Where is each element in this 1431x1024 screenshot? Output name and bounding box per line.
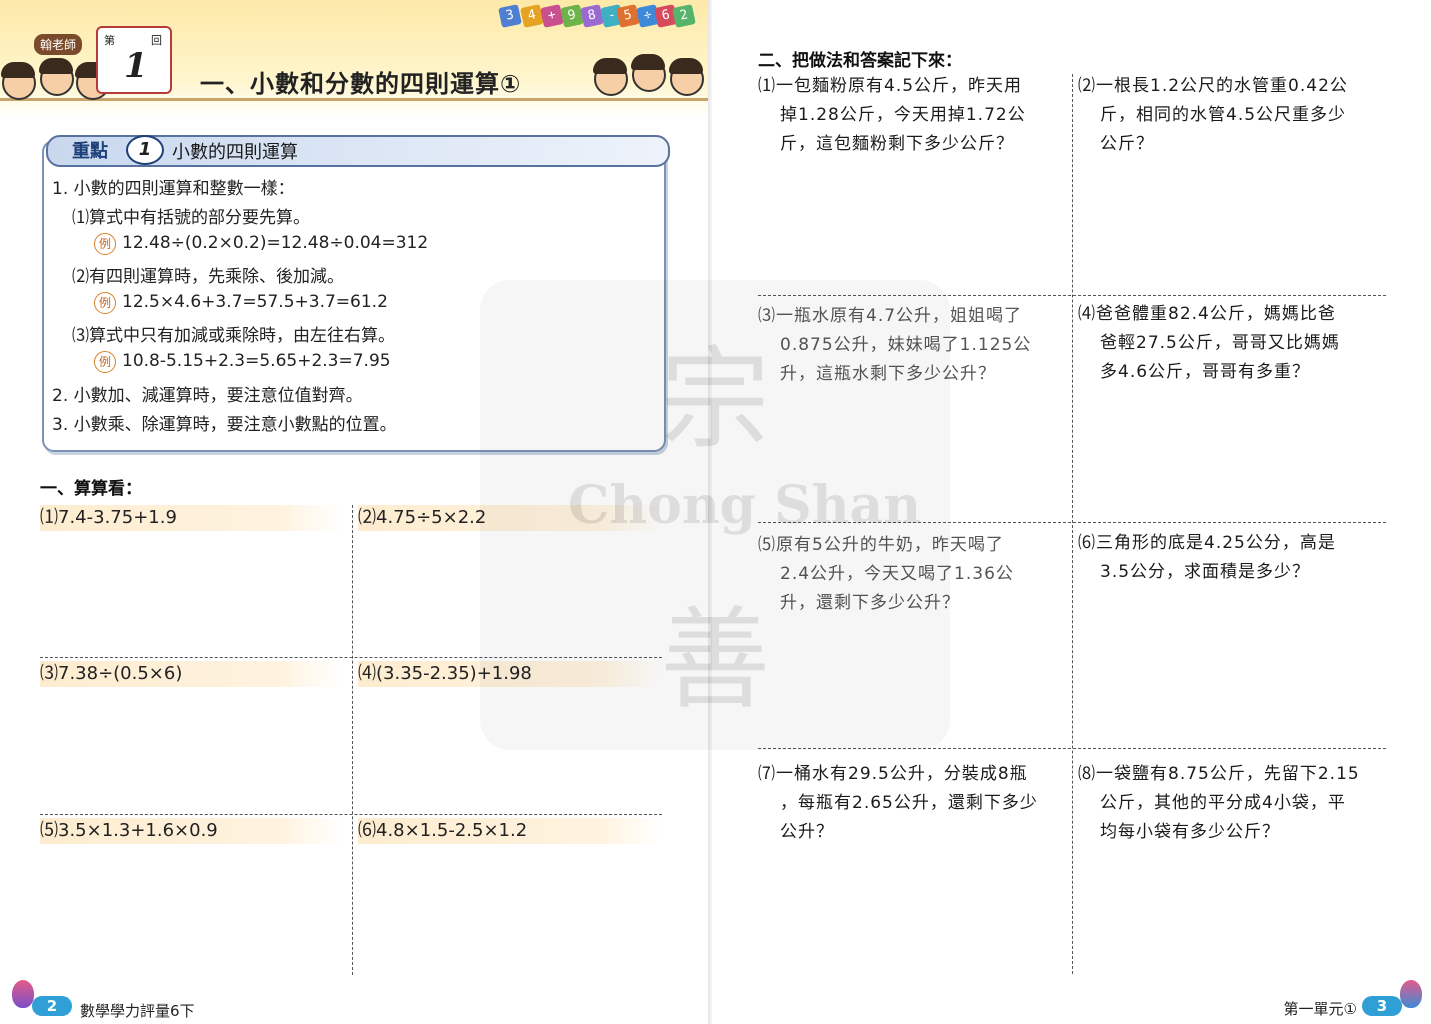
column-divider: [1072, 74, 1073, 974]
page-number: 2: [32, 996, 72, 1016]
rule-text: ⑶算式中只有加減或乘除時，由左往右算。: [72, 326, 395, 346]
unit-label: 第一單元①: [1283, 1000, 1357, 1018]
balloon-icon: [12, 980, 34, 1008]
problem-number: ⑻: [1078, 764, 1096, 784]
problem-number: ⑵: [1078, 76, 1096, 96]
section-title: 一、算算看：: [40, 479, 142, 499]
problem-text: 均每小袋有多少公斤？: [1100, 822, 1280, 842]
problem-text: 一桶水有29.5公升，分裝成8瓶: [776, 764, 1028, 784]
problem-text: 一瓶水原有4.7公升，姐姐喝了: [776, 306, 1023, 326]
book-title: 數學學力評量6下: [80, 1002, 195, 1020]
problem-number: ⑺: [758, 764, 776, 784]
rule-text: 2. 小數加、減運算時，要注意位值對齊。: [52, 386, 363, 406]
example-equation: 12.5×4.6+3.7=57.5+3.7=61.2: [122, 292, 388, 312]
problem-text: 3.5公分，求面積是多少？: [1100, 562, 1311, 582]
problem-text: 公升？: [780, 822, 834, 842]
number-tile: 3: [498, 4, 522, 28]
word-problem-2: ⑵一根長1.2公尺的水管重0.42公 斤，相同的水管4.5公尺重多少 公斤？: [1078, 72, 1388, 159]
cartoon-kid-icon: [39, 58, 74, 96]
lesson-title: 一、小數和分數的四則運算①: [200, 70, 522, 98]
problem-text: 斤，相同的水管4.5公尺重多少: [1100, 105, 1347, 125]
problem-number: ⑸: [758, 535, 776, 555]
problem-text: 2.4公升，今天又喝了1.36公: [780, 564, 1014, 584]
word-problem-3: ⑶一瓶水原有4.7公升，姐姐喝了 0.875公升，妹妹喝了1.125公 升，這瓶…: [758, 302, 1058, 389]
problem-text: 公斤，其他的平分成4小袋，平: [1100, 793, 1346, 813]
exercise-6: ⑹4.8×1.5-2.5×1.2: [358, 818, 660, 844]
lesson-number: 1: [124, 46, 148, 86]
problem-text: 原有5公升的牛奶，昨天喝了: [776, 535, 1004, 555]
cartoon-kid-icon: [631, 54, 666, 92]
exercise-4: ⑷(3.35-2.35)+1.98: [358, 661, 660, 687]
key-point-label: 重點: [72, 141, 108, 162]
row-divider: [40, 657, 662, 658]
problem-text: 爸爸體重82.4公斤，媽媽比爸: [1096, 304, 1336, 324]
example-mark-icon: 例: [94, 351, 116, 373]
example-line: 例 12.5×4.6+3.7=57.5+3.7=61.2: [94, 292, 388, 314]
example-mark-icon: 例: [94, 292, 116, 314]
key-point-number: 1: [126, 135, 164, 165]
lesson-prefix: 第: [104, 34, 115, 47]
problem-text: 爸輕27.5公斤，哥哥又比媽媽: [1100, 333, 1340, 353]
problem-text: 公斤？: [1100, 134, 1154, 154]
right-page: 二、把做法和答案記下來： ⑴一包麵粉原有4.5公斤，昨天用 掉1.28公斤，今天…: [712, 0, 1431, 1024]
page-number: 3: [1362, 996, 1402, 1016]
cartoon-kid-icon: [669, 58, 704, 96]
example-equation: 10.8-5.15+2.3=5.65+2.3=7.95: [122, 351, 391, 371]
problem-text: 三角形的底是4.25公分，高是: [1096, 533, 1336, 553]
balloon-icon: [1400, 980, 1422, 1008]
lesson-number-card: 第 回 1: [96, 26, 172, 94]
row-divider: [758, 748, 1386, 749]
rule-text: ⑴算式中有括號的部分要先算。: [72, 208, 310, 228]
example-equation: 12.48÷(0.2×0.2)=12.48÷0.04=312: [122, 233, 429, 253]
problem-text: 升，這瓶水剩下多少公升？: [780, 364, 996, 384]
word-problem-7: ⑺一桶水有29.5公升，分裝成8瓶 ，每瓶有2.65公升，還剩下多少 公升？: [758, 760, 1068, 847]
key-point-title: 小數的四則運算: [172, 142, 298, 163]
lesson-suffix: 回: [151, 34, 162, 47]
word-problem-6: ⑹三角形的底是4.25公分，高是 3.5公分，求面積是多少？: [1078, 529, 1388, 587]
problem-text: 一袋鹽有8.75公斤，先留下2.15: [1096, 764, 1360, 784]
exercise-1: ⑴7.4-3.75+1.9: [40, 505, 342, 531]
rule-text: ⑵有四則運算時，先乘除、後加減。: [72, 267, 344, 287]
cartoon-kid-icon: [1, 62, 36, 100]
problem-text: 掉1.28公斤，今天用掉1.72公: [780, 105, 1026, 125]
row-divider: [40, 814, 662, 815]
word-problem-5: ⑸原有5公升的牛奶，昨天喝了 2.4公升，今天又喝了1.36公 升，還剩下多少公…: [758, 531, 1058, 618]
left-page: 3 4 + 9 8 - 5 ÷ 6 2 翰老師 第 回 1 一、小數和分數的四則…: [0, 0, 712, 1024]
exercise-5: ⑸3.5×1.3+1.6×0.9: [40, 818, 342, 844]
problem-text: 一根長1.2公尺的水管重0.42公: [1096, 76, 1348, 96]
problem-number: ⑴: [758, 76, 776, 96]
example-line: 例 10.8-5.15+2.3=5.65+2.3=7.95: [94, 351, 391, 373]
section-title: 二、把做法和答案記下來：: [758, 51, 962, 71]
row-divider: [758, 295, 1386, 296]
cartoon-kid-icon: [593, 58, 628, 96]
problem-text: 升，還剩下多少公升？: [780, 593, 960, 613]
problem-number: ⑶: [758, 306, 776, 326]
number-tile: 2: [672, 4, 696, 28]
rule-text: 1. 小數的四則運算和整數一樣：: [52, 179, 295, 199]
problem-text: 多4.6公斤，哥哥有多重？: [1100, 362, 1311, 382]
header-banner: 3 4 + 9 8 - 5 ÷ 6 2 翰老師 第 回 1 一、小數和分數的四則…: [0, 0, 712, 118]
problem-text: 一包麵粉原有4.5公斤，昨天用: [776, 76, 1023, 96]
word-problem-1: ⑴一包麵粉原有4.5公斤，昨天用 掉1.28公斤，今天用掉1.72公 斤，這包麵…: [758, 72, 1058, 159]
problem-text: 斤，這包麵粉剩下多少公斤？: [780, 134, 1014, 154]
example-line: 例 12.48÷(0.2×0.2)=12.48÷0.04=312: [94, 233, 428, 255]
problem-number: ⑹: [1078, 533, 1096, 553]
word-problem-4: ⑷爸爸體重82.4公斤，媽媽比爸 爸輕27.5公斤，哥哥又比媽媽 多4.6公斤，…: [1078, 300, 1388, 387]
teacher-tag: 翰老師: [34, 34, 83, 55]
rule-text: 3. 小數乘、除運算時，要注意小數點的位置。: [52, 415, 397, 435]
problem-number: ⑷: [1078, 304, 1096, 324]
word-problem-8: ⑻一袋鹽有8.75公斤，先留下2.15 公斤，其他的平分成4小袋，平 均每小袋有…: [1078, 760, 1398, 847]
exercise-3: ⑶7.38÷(0.5×6): [40, 661, 342, 687]
problem-text: ，每瓶有2.65公升，還剩下多少: [780, 793, 1038, 813]
row-divider: [758, 522, 1386, 523]
example-mark-icon: 例: [94, 233, 116, 255]
column-divider: [352, 505, 353, 975]
problem-text: 0.875公升，妹妹喝了1.125公: [780, 335, 1032, 355]
exercise-2: ⑵4.75÷5×2.2: [358, 505, 660, 531]
